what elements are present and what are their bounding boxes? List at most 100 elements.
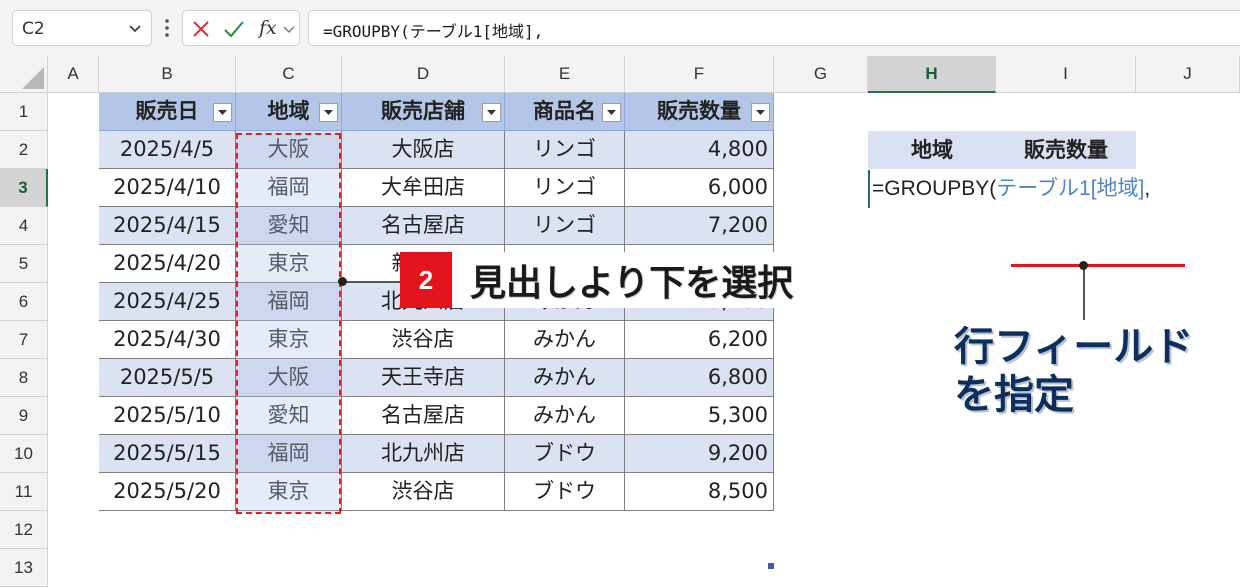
filter-dropdown-button[interactable] <box>482 103 501 122</box>
table-cell[interactable]: 5,300 <box>625 397 774 435</box>
row-header-8[interactable]: 8 <box>0 359 48 397</box>
active-cell-formula[interactable]: =GROUPBY(テーブル1[地域], <box>872 170 1150 208</box>
more-options-icon[interactable] <box>160 15 174 41</box>
select-all-icon <box>22 67 44 89</box>
table-cell[interactable]: リンゴ <box>505 207 625 245</box>
chevron-down-icon[interactable] <box>283 23 295 35</box>
table-cell[interactable]: 北九州店 <box>342 435 505 473</box>
table-cell[interactable]: リンゴ <box>505 169 625 207</box>
spreadsheet-grid: A B C D E F G H I J 1 2 3 4 5 6 7 8 9 10… <box>0 56 1240 588</box>
filter-dropdown-button[interactable] <box>319 103 338 122</box>
table-cell[interactable]: 2025/4/30 <box>99 321 236 359</box>
cancel-icon[interactable] <box>191 19 211 39</box>
table-cell[interactable]: 2025/4/20 <box>99 245 236 283</box>
column-header-j[interactable]: J <box>1136 56 1240 93</box>
note-connector <box>1083 264 1085 324</box>
row-header-9[interactable]: 9 <box>0 397 48 435</box>
confirm-icon[interactable] <box>223 19 245 39</box>
table-cell[interactable]: 2025/4/10 <box>99 169 236 207</box>
row-header-12[interactable]: 12 <box>0 511 48 549</box>
formula-text: =GROUPBY(テーブル1[地域], <box>323 22 544 41</box>
table-cell[interactable]: 2025/5/5 <box>99 359 236 397</box>
row-header-7[interactable]: 7 <box>0 321 48 359</box>
filter-dropdown-button[interactable] <box>751 103 770 122</box>
column-header-a[interactable]: A <box>48 56 99 93</box>
select-all-button[interactable] <box>0 56 48 93</box>
table-cell[interactable]: ブドウ <box>505 473 625 511</box>
table-header-cell[interactable]: 地域 <box>236 93 342 131</box>
table-cell[interactable]: ブドウ <box>505 435 625 473</box>
header-label: 地域 <box>267 99 310 123</box>
note-line-2: を指定 <box>954 372 1074 418</box>
callout-connector <box>342 281 400 283</box>
table-cell[interactable]: 2025/4/25 <box>99 283 236 321</box>
column-header-i[interactable]: I <box>996 56 1136 93</box>
column-header-g[interactable]: G <box>774 56 868 93</box>
row-header-13[interactable]: 13 <box>0 549 48 587</box>
table-cell[interactable]: みかん <box>505 321 625 359</box>
formula-prefix: =GROUPBY( <box>872 177 997 200</box>
table-cell[interactable]: 6,200 <box>625 321 774 359</box>
table-cell[interactable]: 渋谷店 <box>342 321 505 359</box>
column-header-e[interactable]: E <box>505 56 625 93</box>
table-cell[interactable]: 8,500 <box>625 473 774 511</box>
row-header-1[interactable]: 1 <box>0 93 48 131</box>
callout-dot <box>338 277 347 286</box>
table-cell[interactable]: 6,800 <box>625 359 774 397</box>
table-header-cell[interactable]: 販売日 <box>99 93 236 131</box>
table-cell[interactable]: 大牟田店 <box>342 169 505 207</box>
table-cell[interactable]: 2025/4/5 <box>99 131 236 169</box>
name-box-value: C2 <box>22 19 45 39</box>
filter-arrow-icon <box>218 110 227 115</box>
name-box[interactable]: C2 <box>12 10 152 46</box>
formula-reference: テーブル1[地域] <box>996 177 1145 200</box>
filter-arrow-icon <box>324 110 333 115</box>
table-cell[interactable]: 大阪店 <box>342 131 505 169</box>
table-cell[interactable]: 名古屋店 <box>342 397 505 435</box>
header-label: 販売店舗 <box>381 99 465 123</box>
row-header-2[interactable]: 2 <box>0 131 48 169</box>
table-cell[interactable]: 天王寺店 <box>342 359 505 397</box>
row-header-3[interactable]: 3 <box>0 169 48 207</box>
table-cell[interactable]: 7,200 <box>625 207 774 245</box>
formula-input[interactable]: =GROUPBY(テーブル1[地域], <box>308 10 1240 46</box>
row-header-6[interactable]: 6 <box>0 283 48 321</box>
table-cell[interactable]: 名古屋店 <box>342 207 505 245</box>
row-header-5[interactable]: 5 <box>0 245 48 283</box>
filter-dropdown-button[interactable] <box>213 103 232 122</box>
row-header-10[interactable]: 10 <box>0 435 48 473</box>
table-cell[interactable]: みかん <box>505 397 625 435</box>
column-header-d[interactable]: D <box>342 56 505 93</box>
table-cell[interactable]: 2025/5/20 <box>99 473 236 511</box>
note-dot <box>1079 261 1088 270</box>
filter-dropdown-button[interactable] <box>602 103 621 122</box>
table-cell[interactable]: 2025/5/10 <box>99 397 236 435</box>
column-header-h[interactable]: H <box>868 56 996 93</box>
table-cell[interactable]: リンゴ <box>505 131 625 169</box>
header-label: 商品名 <box>533 99 596 123</box>
table-resize-handle[interactable] <box>768 563 774 569</box>
chevron-down-icon[interactable] <box>127 20 143 36</box>
column-header-c[interactable]: C <box>236 56 342 93</box>
formula-bar: C2 fx =GROUPBY(テーブル1[地域], <box>0 0 1240 56</box>
table-header-cell[interactable]: 商品名 <box>505 93 625 131</box>
result-header-quantity[interactable]: 販売数量 <box>996 131 1136 169</box>
row-header-4[interactable]: 4 <box>0 207 48 245</box>
table-cell[interactable]: 4,800 <box>625 131 774 169</box>
formula-suffix: , <box>1144 177 1151 200</box>
table-header-cell[interactable]: 販売数量 <box>625 93 774 131</box>
result-header-region[interactable]: 地域 <box>868 131 996 169</box>
insert-function-button[interactable]: fx <box>259 17 277 39</box>
table-cell[interactable]: 9,200 <box>625 435 774 473</box>
table-cell[interactable]: みかん <box>505 359 625 397</box>
table-header-cell[interactable]: 販売店舗 <box>342 93 505 131</box>
table-cell[interactable]: 6,000 <box>625 169 774 207</box>
table-cell[interactable]: 渋谷店 <box>342 473 505 511</box>
column-header-f[interactable]: F <box>625 56 774 93</box>
row-header-11[interactable]: 11 <box>0 473 48 511</box>
column-header-b[interactable]: B <box>99 56 236 93</box>
table-cell[interactable]: 2025/5/15 <box>99 435 236 473</box>
header-label: 販売日 <box>135 99 199 123</box>
table-cell[interactable]: 2025/4/15 <box>99 207 236 245</box>
filter-arrow-icon <box>487 110 496 115</box>
